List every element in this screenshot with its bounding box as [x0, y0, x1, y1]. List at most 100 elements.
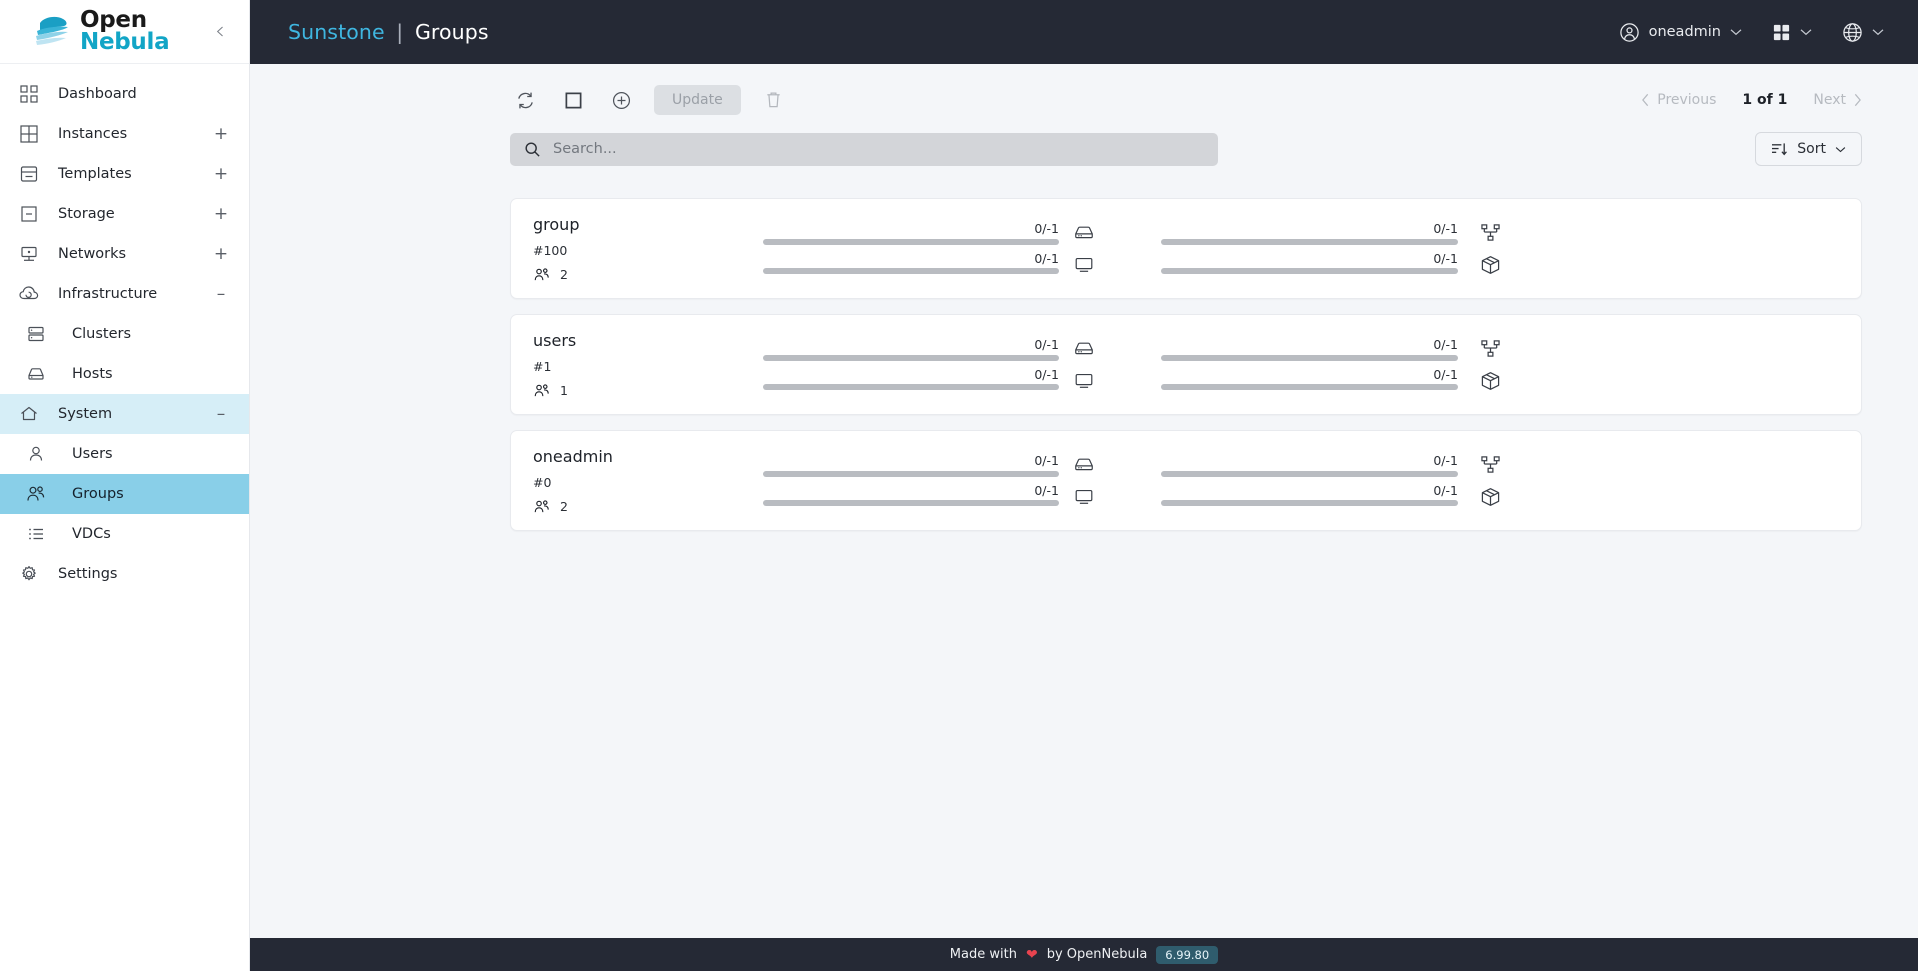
language-menu[interactable]: [1842, 22, 1884, 43]
sidebar-item-label: Dashboard: [58, 86, 137, 102]
sidebar-item-infrastructure[interactable]: Infrastructure –: [0, 274, 249, 314]
host-drive-icon: [1073, 455, 1095, 474]
page-count-label: 1 of 1: [1742, 92, 1788, 108]
opennebula-logo[interactable]: Open Nebula: [30, 8, 170, 55]
monitor-vm-icon: [1073, 371, 1095, 390]
group-card[interactable]: users #1 1 0/-1 0/-1 0/-1 0/-1: [510, 314, 1862, 415]
sidebar-item-clusters[interactable]: Clusters: [0, 314, 249, 354]
apps-menu[interactable]: [1772, 23, 1812, 42]
next-page-button[interactable]: Next: [1813, 92, 1862, 108]
refresh-icon: [515, 90, 536, 111]
previous-page-button[interactable]: Previous: [1641, 92, 1716, 108]
sidebar-header: Open Nebula: [0, 0, 249, 64]
sidebar-item-hosts[interactable]: Hosts: [0, 354, 249, 394]
sidebar-item-vdcs[interactable]: VDCs: [0, 514, 249, 554]
templates-icon: [0, 164, 58, 184]
update-button[interactable]: Update: [654, 85, 741, 115]
users-icon: [0, 484, 72, 504]
search-box[interactable]: [510, 132, 1218, 166]
sidebar-item-system[interactable]: System –: [0, 394, 249, 434]
user-icon: [0, 444, 72, 464]
network-tree-icon: [1480, 455, 1501, 474]
host-drive-icon: [1073, 223, 1095, 242]
group-id: #0: [533, 474, 552, 490]
quota-icons-left: [1073, 339, 1095, 390]
sidebar-item-label: Users: [72, 446, 113, 462]
package-box-icon: [1480, 255, 1501, 275]
delete-button[interactable]: [759, 85, 789, 115]
quota-bar: [763, 500, 1059, 506]
quota-metric: 0/-1: [763, 250, 1059, 274]
version-badge: 6.99.80: [1156, 945, 1219, 964]
sidebar-item-dashboard[interactable]: Dashboard: [0, 74, 249, 114]
sidebar: Open Nebula Dashboard Instances + Templa…: [0, 0, 250, 971]
sidebar-expander[interactable]: +: [213, 245, 229, 263]
select-all-checkbox[interactable]: [558, 85, 588, 115]
sidebar-expander[interactable]: +: [213, 125, 229, 143]
quota-metric: 0/-1: [763, 338, 1059, 361]
group-identity: group #100 2: [533, 215, 763, 283]
create-group-button[interactable]: [606, 85, 636, 115]
sidebar-item-label: Storage: [58, 206, 115, 222]
group-quotas-right: 0/-1 0/-1: [1161, 222, 1501, 275]
sidebar-item-networks[interactable]: Networks +: [0, 234, 249, 274]
quota-value: 0/-1: [1433, 366, 1458, 382]
topbar: Sunstone | Groups oneadmin: [250, 0, 1918, 64]
quota-metric: 0/-1: [1161, 366, 1458, 390]
globe-icon: [1842, 22, 1863, 43]
gear-icon: [0, 564, 58, 584]
chevron-left-icon: [216, 26, 223, 37]
group-name: group: [533, 214, 580, 234]
quota-bars-left: 0/-1 0/-1: [763, 338, 1059, 390]
users-icon: [533, 499, 552, 515]
quota-bar: [1161, 238, 1458, 245]
quota-value: 0/-1: [1034, 250, 1059, 266]
group-quotas-left: 0/-1 0/-1: [763, 338, 1095, 390]
group-card[interactable]: oneadmin #0 2 0/-1 0/-1 0/-1 0/-1: [510, 430, 1862, 531]
sidebar-item-groups[interactable]: Groups: [0, 474, 249, 514]
quota-bar: [1161, 384, 1458, 390]
sidebar-collapse-button[interactable]: [207, 19, 233, 45]
quota-bar: [763, 268, 1059, 274]
quota-metric: 0/-1: [763, 484, 1059, 506]
chevron-down-icon: [1730, 28, 1742, 36]
sidebar-item-instances[interactable]: Instances +: [0, 114, 249, 154]
quota-metric: 0/-1: [1161, 454, 1458, 477]
group-quotas-left: 0/-1 0/-1: [763, 454, 1095, 506]
logo-wordmark: Open Nebula: [80, 8, 170, 55]
sidebar-item-templates[interactable]: Templates +: [0, 154, 249, 194]
refresh-button[interactable]: [510, 85, 540, 115]
sidebar-item-settings[interactable]: Settings: [0, 554, 249, 594]
users-count-label: 2: [560, 499, 568, 514]
search-input[interactable]: [553, 141, 1204, 157]
users-count-label: 2: [560, 267, 568, 282]
checkbox-empty-icon: [564, 91, 583, 110]
toolbar-row: Update Previous 1 of 1 Next: [250, 64, 1918, 118]
sidebar-expander[interactable]: –: [213, 405, 229, 423]
dashboard-grid-icon: [0, 84, 58, 104]
sidebar-item-label: Networks: [58, 246, 127, 262]
users-icon: [533, 267, 552, 283]
sidebar-expander[interactable]: +: [213, 165, 229, 183]
logo-nebula-text: Nebula: [80, 28, 170, 55]
network-tree-icon: [1480, 339, 1501, 358]
sidebar-expander[interactable]: +: [213, 205, 229, 223]
instances-grid-icon: [0, 124, 58, 144]
sidebar-expander[interactable]: –: [213, 285, 229, 303]
sidebar-item-users[interactable]: Users: [0, 434, 249, 474]
sidebar-nav: Dashboard Instances + Templates + Storag…: [0, 64, 249, 971]
group-card[interactable]: group #100 2 0/-1 0/-1 0/-1 0/-1: [510, 198, 1862, 299]
quota-bar: [763, 470, 1059, 477]
actions-toolbar: Update: [510, 85, 789, 115]
sort-button[interactable]: Sort: [1755, 132, 1862, 166]
user-menu[interactable]: oneadmin: [1619, 22, 1742, 43]
users-count-label: 1: [560, 383, 568, 398]
quota-value: 0/-1: [1433, 337, 1458, 352]
quota-metric: 0/-1: [1161, 484, 1458, 506]
package-box-icon: [1480, 371, 1501, 391]
sidebar-item-storage[interactable]: Storage +: [0, 194, 249, 234]
quota-bars-right: 0/-1 0/-1: [1161, 222, 1458, 274]
quota-metric: 0/-1: [1161, 337, 1458, 361]
user-name-label: oneadmin: [1648, 24, 1721, 40]
quota-metric: 0/-1: [763, 222, 1059, 245]
